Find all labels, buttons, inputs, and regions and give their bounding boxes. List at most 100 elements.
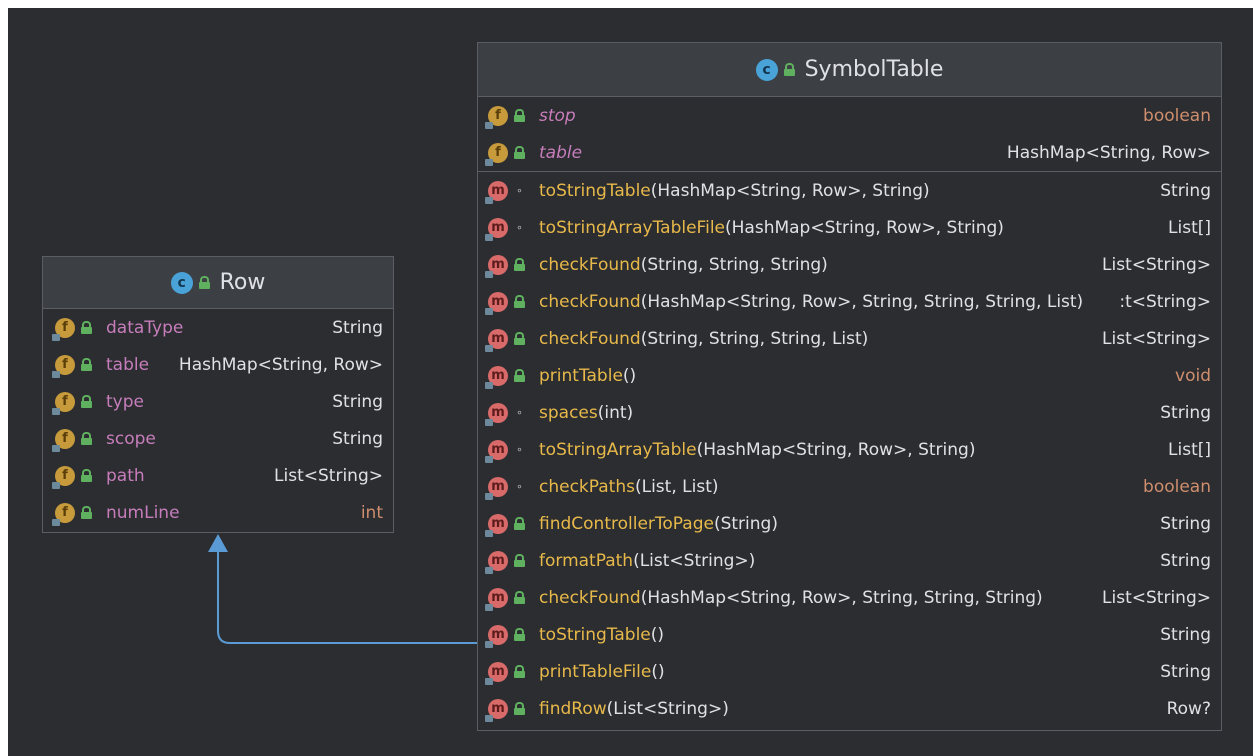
row-class-title: Row — [219, 270, 266, 295]
method-return-type: String — [1160, 180, 1211, 201]
public-lock-icon — [783, 63, 795, 76]
field-row[interactable]: f table HashMap<String, Row> — [478, 134, 1221, 171]
method-params: (List, List) — [634, 476, 719, 497]
package-dot-icon: ∘ — [516, 184, 523, 197]
method-return-type: String — [1160, 513, 1211, 534]
method-row[interactable]: m findRow (List<String>) Row? — [478, 690, 1221, 727]
field-type: String — [332, 391, 383, 412]
field-type: HashMap<String, Row> — [178, 354, 383, 375]
field-row[interactable]: f table HashMap<String, Row> — [43, 346, 393, 383]
field-icon: f — [52, 465, 75, 489]
method-name: findControllerToPage — [539, 513, 714, 534]
method-row[interactable]: m ∘ checkPaths (List, List) boolean — [478, 468, 1221, 505]
method-params: () — [650, 624, 665, 645]
method-icon: m — [485, 402, 508, 426]
method-row[interactable]: m checkFound (HashMap<String, Row>, String… — [478, 579, 1221, 616]
method-params: (HashMap<String, Row>, String) — [696, 439, 976, 460]
row-class-box[interactable]: c Row f dataType String f table HashMap<Strin… — [42, 256, 394, 533]
method-row[interactable]: m formatPath (List<String>) String — [478, 542, 1221, 579]
method-return-type: List<String> — [1102, 587, 1211, 608]
method-row[interactable]: m ∘ toStringArrayTable (HashMap<String, Row… — [478, 431, 1221, 468]
public-lock-icon — [514, 146, 525, 159]
class-icon: c — [170, 271, 193, 294]
public-lock-icon — [81, 321, 92, 334]
method-params: (HashMap<String, Row>, String) — [650, 180, 930, 201]
method-icon: m — [485, 587, 508, 611]
method-return-type: List[] — [1168, 217, 1211, 238]
method-name: findRow — [539, 698, 607, 719]
method-return-type: :t<String> — [1119, 291, 1211, 312]
row-class-header: c Row — [43, 257, 393, 309]
method-return-type: String — [1160, 550, 1211, 571]
symboltable-class-header: c SymbolTable — [478, 43, 1221, 97]
public-lock-icon — [514, 628, 525, 641]
row-fields-list: f dataType String f table HashMap<String, Row… — [43, 309, 393, 531]
method-name: toStringTable — [539, 180, 651, 201]
field-row[interactable]: f numLine int — [43, 494, 393, 531]
method-icon: m — [485, 550, 508, 574]
public-lock-icon — [81, 469, 92, 482]
method-icon: m — [485, 291, 508, 315]
method-row[interactable]: m ∘ toStringArrayTableFile (HashMap<String,… — [478, 209, 1221, 246]
method-params: (String) — [713, 513, 778, 534]
method-row[interactable]: m ∘ spaces (int) String — [478, 394, 1221, 431]
public-lock-icon — [81, 358, 92, 371]
method-row[interactable]: m checkFound (String, String, String) List<… — [478, 246, 1221, 283]
field-type: HashMap<String, Row> — [1006, 142, 1211, 163]
method-name: printTableFile — [539, 661, 652, 682]
method-return-type: List<String> — [1102, 328, 1211, 349]
field-type: String — [332, 428, 383, 449]
field-row[interactable]: f stop boolean — [478, 97, 1221, 134]
field-type: boolean — [1143, 105, 1211, 126]
field-row[interactable]: f type String — [43, 383, 393, 420]
field-name: stop — [539, 105, 576, 126]
method-row[interactable]: m checkFound (String, String, String, List… — [478, 320, 1221, 357]
method-params: (List<String>) — [606, 698, 729, 719]
method-name: spaces — [539, 402, 598, 423]
field-type: List<String> — [274, 465, 383, 486]
field-icon: f — [52, 391, 75, 415]
method-row[interactable]: m printTableFile() String — [478, 653, 1221, 690]
method-row[interactable]: m toStringTable() String — [478, 616, 1221, 653]
method-row[interactable]: m checkFound (HashMap<String, Row>, String… — [478, 283, 1221, 320]
method-name: formatPath — [539, 550, 634, 571]
field-row[interactable]: f dataType String — [43, 309, 393, 346]
field-name: dataType — [106, 317, 184, 338]
field-type: String — [332, 317, 383, 338]
method-params: (HashMap<String, Row>, String) — [725, 217, 1004, 238]
public-lock-icon — [514, 517, 525, 530]
field-icon: f — [485, 142, 508, 166]
package-dot-icon: ∘ — [516, 443, 523, 456]
method-return-type: void — [1175, 365, 1211, 386]
symboltable-class-box[interactable]: c SymbolTable f stop boolean f table HashMap<… — [477, 42, 1222, 731]
method-params: (HashMap<String, Row>, String, String, S… — [640, 587, 1043, 608]
field-name: path — [106, 465, 145, 486]
field-icon: f — [52, 354, 75, 378]
public-lock-icon — [514, 591, 525, 604]
method-name: checkFound — [539, 328, 641, 349]
method-params: (int) — [597, 402, 634, 423]
field-row[interactable]: f path List<String> — [43, 457, 393, 494]
method-return-type: Row? — [1166, 698, 1211, 719]
method-name: checkFound — [539, 587, 641, 608]
public-lock-icon — [81, 395, 92, 408]
public-lock-icon — [514, 258, 525, 271]
method-icon: m — [485, 180, 508, 204]
method-icon: m — [485, 254, 508, 278]
field-icon: f — [52, 428, 75, 452]
method-return-type: String — [1160, 402, 1211, 423]
method-row[interactable]: m printTable() void — [478, 357, 1221, 394]
method-name: toStringArrayTableFile — [539, 217, 725, 238]
field-icon: f — [52, 502, 75, 526]
method-params: () — [622, 365, 637, 386]
field-name: table — [539, 142, 583, 163]
method-row[interactable]: m ∘ toStringTable (HashMap<String, Row>, St… — [478, 172, 1221, 209]
method-row[interactable]: m findControllerToPage (String) String — [478, 505, 1221, 542]
field-row[interactable]: f scope String — [43, 420, 393, 457]
method-icon: m — [485, 439, 508, 463]
method-params: (String, String, String, List) — [640, 328, 869, 349]
package-dot-icon: ∘ — [516, 221, 523, 234]
public-lock-icon — [514, 554, 525, 567]
field-name: type — [106, 391, 144, 412]
method-icon: m — [485, 661, 508, 685]
